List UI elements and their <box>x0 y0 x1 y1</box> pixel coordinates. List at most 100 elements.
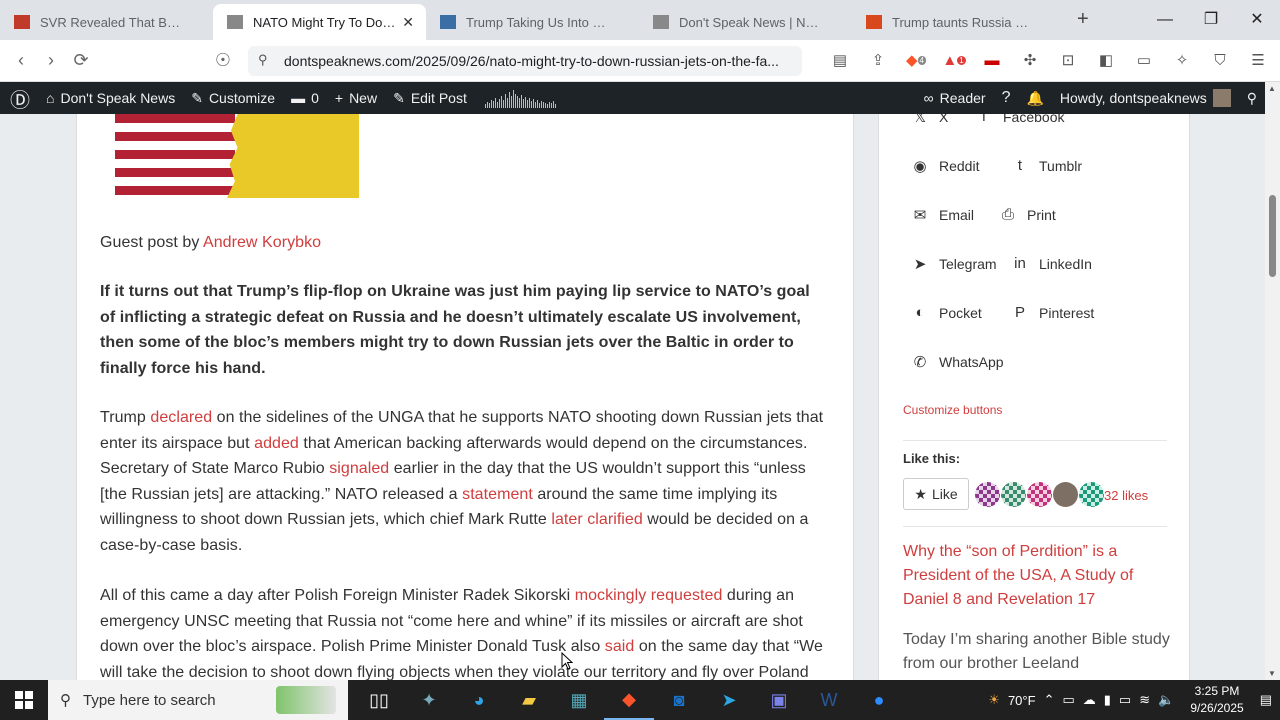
clock[interactable]: 3:25 PM 9/26/2025 <box>1190 683 1243 717</box>
site-name-label: Don't Speak News <box>60 90 176 106</box>
zoom-icon[interactable]: ● <box>854 680 904 720</box>
tab-strip: SVR Revealed That British & French NATO M… <box>0 4 1065 40</box>
volume-icon[interactable]: 🔈 <box>1158 692 1174 708</box>
link-signaled[interactable]: signaled <box>329 460 389 477</box>
sidebar-icon[interactable]: ◧ <box>1094 48 1118 72</box>
share-facebook-button[interactable]: f Facebook <box>975 114 1065 125</box>
edge-icon[interactable]: ◕ <box>454 680 504 720</box>
notifications-icon[interactable]: ▤ <box>1260 692 1272 708</box>
browser-tab[interactable]: Don't Speak News | News You'll <box>639 4 852 40</box>
link-said[interactable]: said <box>605 638 635 655</box>
share-pinterest-button[interactable]: P Pinterest <box>1011 304 1094 321</box>
customize-buttons-link[interactable]: Customize buttons <box>903 403 1002 417</box>
browser-tab[interactable]: Trump taunts Russia as 'paper tiger' <box>852 4 1065 40</box>
share-icon[interactable]: ⇪ <box>866 48 890 72</box>
share-tumblr-button[interactable]: t Tumblr <box>1011 157 1082 174</box>
avatar[interactable] <box>1027 482 1052 507</box>
brave-shields-icon[interactable]: ◆ 4 <box>904 48 928 72</box>
store-icon[interactable]: ▦ <box>554 680 604 720</box>
avatar[interactable] <box>1053 482 1078 507</box>
avatar[interactable] <box>1001 482 1026 507</box>
outlook-icon[interactable]: ◙ <box>654 680 704 720</box>
close-tab-icon[interactable]: ✕ <box>402 14 414 31</box>
restore-button[interactable]: ❐ <box>1188 0 1234 40</box>
search-icon[interactable]: ⚲ <box>1239 82 1265 114</box>
link-statement[interactable]: statement <box>462 486 533 503</box>
battery-icon[interactable]: ▭ <box>1119 692 1131 708</box>
share-pocket-button[interactable]: ◐ Pocket <box>911 304 981 321</box>
tray-chevron-icon[interactable]: ⌃ <box>1044 692 1055 708</box>
share-telegram-button[interactable]: ➤ Telegram <box>911 255 997 273</box>
weather-temp[interactable]: 70°F <box>1008 693 1036 708</box>
share-whatsapp-button[interactable]: ✆ WhatsApp <box>911 353 1004 371</box>
share-print-button[interactable]: ⎙ Print <box>999 206 1056 223</box>
page-scrollbar[interactable]: ▲ ▼ <box>1265 82 1280 680</box>
scrollbar-thumb[interactable] <box>1269 195 1276 277</box>
tab-search-icon[interactable]: ⊡ <box>1056 48 1080 72</box>
avatar[interactable] <box>975 482 1000 507</box>
usb-icon[interactable]: ▮ <box>1104 692 1111 708</box>
customize-link[interactable]: ✎ Customize <box>183 82 283 114</box>
wp-logo-icon[interactable]: Ⓓ <box>0 82 38 114</box>
wallet-icon[interactable]: ▭ <box>1132 48 1156 72</box>
scroll-down-icon[interactable]: ▼ <box>1268 669 1276 678</box>
file-explorer-icon[interactable]: ▰ <box>504 680 554 720</box>
wifi-icon[interactable]: ≋ <box>1139 692 1150 708</box>
link-later-clarified[interactable]: later clarified <box>551 511 642 528</box>
close-window-button[interactable]: ✕ <box>1234 0 1280 40</box>
p1-text: Trump <box>100 409 151 426</box>
vpn-icon[interactable]: ⛉ <box>1208 48 1232 72</box>
menu-icon[interactable]: ☰ <box>1246 48 1270 72</box>
meet-now-icon[interactable]: ▭ <box>1062 692 1074 708</box>
help-icon[interactable]: ? <box>994 82 1019 114</box>
reload-icon[interactable]: ⟳ <box>66 50 96 71</box>
browser-tab[interactable]: SVR Revealed That British & French <box>0 4 213 40</box>
back-icon[interactable]: ‹ <box>6 50 36 71</box>
browser-tab[interactable]: Trump Taking Us Into World War <box>426 4 639 40</box>
scroll-up-icon[interactable]: ▲ <box>1268 84 1276 93</box>
new-tab-button[interactable]: + <box>1077 8 1089 31</box>
share-linkedin-button[interactable]: in LinkedIn <box>1011 255 1092 272</box>
task-view-icon[interactable]: ▯▯ <box>354 680 404 720</box>
site-name-link[interactable]: ⌂ Don't Speak News <box>38 82 183 114</box>
avatar[interactable] <box>1079 482 1104 507</box>
extension-red-icon[interactable]: ▬ <box>980 48 1004 72</box>
copilot-icon[interactable]: ✦ <box>404 680 454 720</box>
likes-count[interactable]: 32 likes <box>1104 488 1148 503</box>
brave-icon[interactable]: ◆ <box>604 680 654 720</box>
reader-link[interactable]: ∞ Reader <box>916 82 994 114</box>
account-menu[interactable]: Howdy, dontspeaknews <box>1052 82 1239 114</box>
taskbar-search-box[interactable]: ⚲ Type here to search <box>48 680 348 720</box>
share-x-button[interactable]: 𝕏X <box>911 114 948 126</box>
link-added[interactable]: added <box>254 435 299 452</box>
bookmark-icon[interactable]: ☉ <box>208 50 238 71</box>
weather-icon[interactable]: ☀ <box>988 692 1000 708</box>
comments-link[interactable]: ▬ 0 <box>283 82 327 114</box>
sidebar: 𝕏 X f Facebook ◉ Reddit t Tumblr ✉ Email ⎙ Print ➤ Te… <box>878 114 1190 680</box>
onedrive-icon[interactable]: ☁ <box>1083 692 1096 708</box>
word-icon[interactable]: W <box>804 680 854 720</box>
leo-ai-icon[interactable]: ✧ <box>1170 48 1194 72</box>
teams-icon[interactable]: ▣ <box>754 680 804 720</box>
edit-post-link[interactable]: ✎ Edit Post <box>385 82 475 114</box>
reader-mode-icon[interactable]: ▤ <box>828 48 852 72</box>
link-mockingly-requested[interactable]: mockingly requested <box>575 587 723 604</box>
extensions-icon[interactable]: ✣ <box>1018 48 1042 72</box>
author-link[interactable]: Andrew Korybko <box>203 234 321 251</box>
address-bar[interactable]: ⚲ dontspeaknews.com/2025/09/26/nato-migh… <box>248 46 802 76</box>
minimize-button[interactable]: — <box>1142 0 1188 40</box>
related-post-link[interactable]: Why the “son of Perdition” is a Presiden… <box>903 540 1173 612</box>
share-reddit-button[interactable]: ◉ Reddit <box>911 157 979 175</box>
new-content-link[interactable]: + New <box>327 82 385 114</box>
telegram-icon[interactable]: ➤ <box>704 680 754 720</box>
brave-rewards-icon[interactable]: ▲ 1 <box>942 48 966 72</box>
site-info-icon[interactable]: ⚲ <box>258 52 268 68</box>
share-email-button[interactable]: ✉ Email <box>911 206 974 224</box>
link-declared[interactable]: declared <box>150 409 212 426</box>
windows-start-icon[interactable] <box>0 680 48 720</box>
notifications-bell-icon[interactable]: 🔔 <box>1018 82 1051 114</box>
forward-icon[interactable]: › <box>36 50 66 71</box>
like-button[interactable]: ★ Like <box>903 478 969 510</box>
new-label: New <box>349 90 378 106</box>
browser-tab[interactable]: NATO Might Try To Down Russian ✕ <box>213 4 426 40</box>
